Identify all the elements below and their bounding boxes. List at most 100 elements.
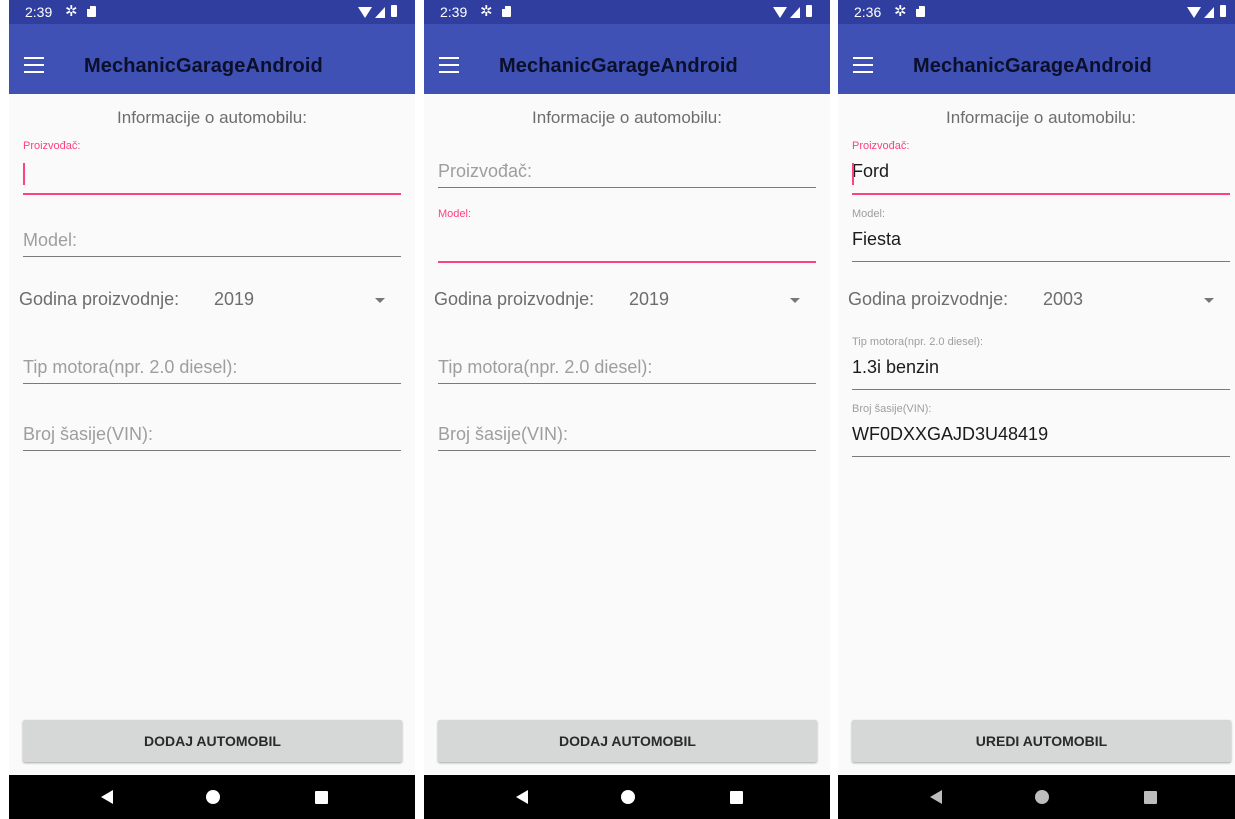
menu-icon[interactable]	[24, 57, 44, 73]
status-bar: 2:39 ✲	[424, 0, 830, 24]
engine-type-field[interactable]: Tip motora(npr. 2.0 diesel):	[438, 330, 816, 394]
navigation-bar	[9, 775, 415, 819]
recents-icon[interactable]	[730, 791, 743, 804]
field-underline	[852, 456, 1230, 457]
status-time: 2:39	[25, 4, 53, 20]
gear-icon: ✲	[480, 3, 493, 20]
manufacturer-label: Proizvođač:	[852, 140, 910, 152]
model-value: Fiesta	[852, 229, 902, 249]
year-label: Godina proizvodnje:	[434, 289, 595, 309]
model-field[interactable]: Model:	[438, 208, 816, 272]
field-underline	[852, 389, 1230, 390]
model-field[interactable]: Model: Fiesta	[852, 208, 1230, 272]
year-spinner[interactable]: Godina proizvodnje: 2003	[848, 284, 1235, 314]
engine-type-hint: Tip motora(npr. 2.0 diesel):	[438, 357, 653, 377]
section-title: Informacije o automobilu:	[946, 108, 1136, 127]
year-label: Godina proizvodnje:	[19, 289, 180, 309]
signal-icon	[1204, 7, 1214, 18]
phone-screen-1: 2:39 ✲ MechanicGarageAndroid Informacije…	[9, 0, 415, 819]
status-bar: 2:36 ✲	[838, 0, 1235, 24]
battery-icon	[1220, 5, 1226, 17]
menu-icon[interactable]	[439, 57, 459, 73]
field-underline	[852, 193, 1230, 195]
wifi-icon	[358, 7, 372, 18]
dropdown-arrow-icon	[1204, 298, 1214, 303]
app-bar: MechanicGarageAndroid	[838, 24, 1235, 94]
year-value: 2019	[629, 289, 670, 309]
field-underline	[23, 383, 401, 384]
model-label: Model:	[438, 208, 472, 220]
home-icon[interactable]	[621, 790, 635, 804]
vin-hint: Broj šasije(VIN):	[23, 424, 154, 444]
battery-icon	[391, 5, 397, 17]
manufacturer-field[interactable]: Proizvođač:	[438, 134, 816, 198]
vin-field[interactable]: Broj šasije(VIN):	[438, 397, 816, 461]
field-underline	[438, 450, 816, 451]
year-spinner[interactable]: Godina proizvodnje: 2019	[19, 284, 409, 314]
field-underline	[852, 261, 1230, 262]
engine-type-hint: Tip motora(npr. 2.0 diesel):	[23, 357, 238, 377]
field-underline	[438, 187, 816, 188]
manufacturer-field[interactable]: Proizvođač:	[23, 140, 401, 204]
back-icon[interactable]	[930, 790, 942, 804]
app-bar: MechanicGarageAndroid	[9, 24, 415, 94]
phone-screen-3: 2:36 ✲ MechanicGarageAndroid Informacije…	[838, 0, 1235, 819]
back-icon[interactable]	[516, 790, 528, 804]
add-car-button[interactable]: DODAJ AUTOMOBIL	[438, 720, 817, 762]
phone-screen-2: 2:39 ✲ MechanicGarageAndroid Informacije…	[424, 0, 830, 819]
text-cursor	[23, 163, 25, 185]
vin-field[interactable]: Broj šasije(VIN): WF0DXXGAJD3U48419	[852, 403, 1230, 467]
section-title: Informacije o automobilu:	[532, 108, 722, 127]
year-spinner[interactable]: Godina proizvodnje: 2019	[434, 284, 824, 314]
model-label: Model:	[852, 208, 886, 220]
engine-type-label: Tip motora(npr. 2.0 diesel):	[852, 336, 984, 348]
sd-card-icon	[502, 6, 511, 17]
year-value: 2019	[214, 289, 255, 309]
wifi-icon	[1187, 7, 1201, 18]
engine-type-field[interactable]: Tip motora(npr. 2.0 diesel): 1.3i benzin	[852, 336, 1230, 400]
engine-type-field[interactable]: Tip motora(npr. 2.0 diesel):	[23, 330, 401, 394]
vin-label: Broj šasije(VIN):	[852, 403, 932, 415]
text-cursor	[852, 163, 854, 185]
model-field[interactable]: Model:	[23, 203, 401, 267]
field-underline	[23, 256, 401, 257]
home-icon[interactable]	[206, 790, 220, 804]
dropdown-arrow-icon	[790, 298, 800, 303]
navigation-bar	[424, 775, 830, 819]
status-time: 2:36	[854, 4, 882, 20]
back-icon[interactable]	[101, 790, 113, 804]
vin-field[interactable]: Broj šasije(VIN):	[23, 397, 401, 461]
vin-hint: Broj šasije(VIN):	[438, 424, 569, 444]
field-underline	[438, 261, 816, 263]
sd-card-icon	[87, 6, 96, 17]
app-title: MechanicGarageAndroid	[913, 55, 1152, 77]
sd-card-icon	[916, 6, 925, 17]
manufacturer-value: Ford	[852, 161, 890, 181]
recents-icon[interactable]	[315, 791, 328, 804]
status-bar: 2:39 ✲	[9, 0, 415, 24]
engine-type-value: 1.3i benzin	[852, 357, 940, 377]
gear-icon: ✲	[65, 3, 78, 20]
status-time: 2:39	[440, 4, 468, 20]
menu-icon[interactable]	[853, 57, 873, 73]
field-underline	[438, 383, 816, 384]
signal-icon	[375, 7, 385, 18]
dropdown-arrow-icon	[375, 298, 385, 303]
manufacturer-hint: Proizvođač:	[438, 161, 533, 181]
add-car-button[interactable]: DODAJ AUTOMOBIL	[23, 720, 402, 762]
home-icon[interactable]	[1035, 790, 1049, 804]
field-underline	[23, 193, 401, 195]
section-title: Informacije o automobilu:	[117, 108, 307, 127]
wifi-icon	[773, 7, 787, 18]
manufacturer-field[interactable]: Proizvođač: Ford	[852, 140, 1230, 204]
app-title: MechanicGarageAndroid	[499, 55, 738, 77]
gear-icon: ✲	[894, 3, 907, 20]
year-label: Godina proizvodnje:	[848, 289, 1009, 309]
signal-icon	[790, 7, 800, 18]
edit-car-button[interactable]: UREDI AUTOMOBIL	[852, 720, 1231, 762]
battery-icon	[806, 5, 812, 17]
recents-icon[interactable]	[1144, 791, 1157, 804]
app-title: MechanicGarageAndroid	[84, 55, 323, 77]
field-underline	[23, 450, 401, 451]
model-hint: Model:	[23, 230, 78, 250]
